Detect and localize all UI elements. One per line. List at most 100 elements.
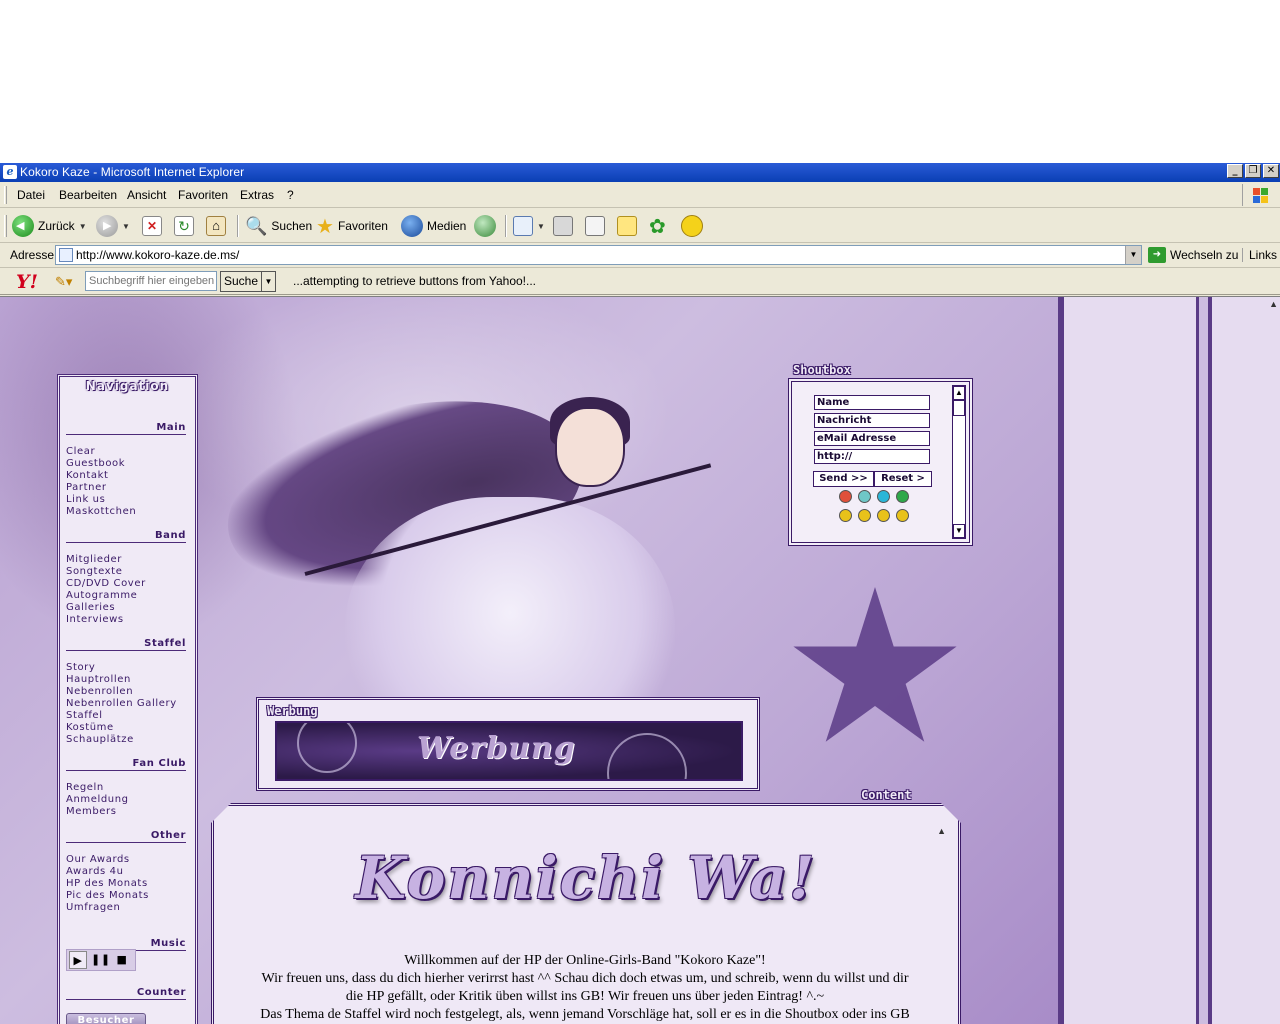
scroll-down-icon[interactable]: ▼ <box>953 524 965 538</box>
nav-link-hp-des-monats[interactable]: HP des Monats <box>66 878 148 889</box>
address-url: http://www.kokoro-kaze.de.ms/ <box>76 248 240 262</box>
werbung-banner[interactable]: Werbung <box>275 721 743 781</box>
print-icon <box>553 216 573 236</box>
shoutbox-scrollbar[interactable]: ▲ ▼ <box>952 385 966 539</box>
nav-link-link-us[interactable]: Link us <box>66 494 105 505</box>
nav-link-kontakt[interactable]: Kontakt <box>66 470 108 481</box>
toolbar-grip[interactable] <box>4 215 7 237</box>
nav-link-mitglieder[interactable]: Mitglieder <box>66 554 122 565</box>
menu-extras[interactable]: Extras <box>240 188 274 202</box>
shoutbox-url-field[interactable]: http:// <box>814 449 930 464</box>
media-label: Medien <box>427 219 467 233</box>
nav-link-story[interactable]: Story <box>66 662 95 673</box>
nav-link-guestbook[interactable]: Guestbook <box>66 458 125 469</box>
nav-link-songtexte[interactable]: Songtexte <box>66 566 122 577</box>
stop-button[interactable]: ✕ <box>142 214 162 238</box>
pause-icon[interactable]: ❚❚ <box>91 951 110 969</box>
chevron-down-icon[interactable]: ▼ <box>1125 246 1141 264</box>
history-button[interactable] <box>474 214 496 238</box>
nav-link-partner[interactable]: Partner <box>66 482 107 493</box>
mail-button[interactable]: ▼ <box>513 214 545 238</box>
nav-link-pic-des-monats[interactable]: Pic des Monats <box>66 890 149 901</box>
shoutbox-email-field[interactable]: eMail Adresse <box>814 431 930 446</box>
home-button[interactable]: ⌂ <box>206 214 226 238</box>
yahoo-logo-icon[interactable]: Y! <box>16 271 38 293</box>
standard-toolbar: Zurück ▼ ▼ ✕ ↻ ⌂ 🔍 Suchen ★ Favoriten Me… <box>0 209 1280 243</box>
nav-link-cd-dvd-cover[interactable]: CD/DVD Cover <box>66 578 146 589</box>
scroll-up-icon[interactable]: ▲ <box>937 826 946 836</box>
star-icon: ★ <box>316 215 334 238</box>
address-input[interactable]: http://www.kokoro-kaze.de.ms/ ▼ <box>55 245 1142 265</box>
page-icon <box>59 248 73 262</box>
pencil-icon[interactable]: ✎▾ <box>55 274 72 290</box>
nav-link-interviews[interactable]: Interviews <box>66 614 124 625</box>
nav-link-schauplätze[interactable]: Schauplätze <box>66 734 134 745</box>
scroll-up-icon[interactable]: ▲ <box>953 386 965 400</box>
stop-icon[interactable]: ■ <box>113 951 131 969</box>
restore-button[interactable]: ❐ <box>1245 164 1261 178</box>
nav-link-awards-4u[interactable]: Awards 4u <box>66 866 124 877</box>
smiley-icon[interactable] <box>858 490 871 503</box>
edit-button[interactable] <box>585 214 605 238</box>
nav-link-anmeldung[interactable]: Anmeldung <box>66 794 129 805</box>
content-box: ▲ Konnichi Wa! Willkommen auf der HP der… <box>211 803 961 1024</box>
nav-link-our-awards[interactable]: Our Awards <box>66 854 130 865</box>
back-button[interactable]: Zurück ▼ <box>12 214 87 238</box>
nav-link-hauptrollen[interactable]: Hauptrollen <box>66 674 131 685</box>
icq-button[interactable]: ✿ <box>649 214 666 238</box>
reset-button[interactable]: Reset > <box>874 471 932 487</box>
menu-bar: Datei Bearbeiten Ansicht Favoriten Extra… <box>0 182 1280 208</box>
smiley-icon[interactable] <box>896 509 909 522</box>
chevron-down-icon[interactable]: ▼ <box>261 272 275 291</box>
nav-link-autogramme[interactable]: Autogramme <box>66 590 137 601</box>
shoutbox-message-field[interactable]: Nachricht <box>814 413 930 428</box>
yahoo-messenger-button[interactable] <box>681 214 703 238</box>
visitor-counter: Besucher Nr. <box>66 1013 146 1024</box>
search-button[interactable]: 🔍 Suchen <box>245 214 312 238</box>
send-button[interactable]: Send >> <box>813 471 874 487</box>
minimize-button[interactable]: _ <box>1227 164 1243 178</box>
close-button[interactable]: ✕ <box>1263 164 1279 178</box>
search-label: Suchen <box>271 219 313 233</box>
smiley-icon[interactable] <box>896 490 909 503</box>
favorites-button[interactable]: ★ Favoriten <box>316 214 388 238</box>
menu-datei[interactable]: Datei <box>17 188 45 202</box>
nav-link-clear[interactable]: Clear <box>66 446 95 457</box>
menu-help[interactable]: ? <box>287 188 294 202</box>
smiley-icon[interactable] <box>877 490 890 503</box>
menu-ansicht[interactable]: Ansicht <box>127 188 166 202</box>
nav-link-nebenrollen-gallery[interactable]: Nebenrollen Gallery <box>66 698 177 709</box>
toolbar-grip[interactable] <box>4 186 7 204</box>
links-button[interactable]: Links <box>1242 248 1277 262</box>
discuss-button[interactable] <box>617 214 637 238</box>
refresh-button[interactable]: ↻ <box>174 214 194 238</box>
yahoo-search-input[interactable] <box>85 271 217 291</box>
nav-link-galleries[interactable]: Galleries <box>66 602 115 613</box>
print-button[interactable] <box>553 214 573 238</box>
nav-link-maskottchen[interactable]: Maskottchen <box>66 506 136 517</box>
nav-link-umfragen[interactable]: Umfragen <box>66 902 120 913</box>
chevron-down-icon[interactable]: ▼ <box>122 222 130 231</box>
forward-button[interactable]: ▼ <box>96 214 130 238</box>
smiley-icon[interactable] <box>877 509 890 522</box>
nav-link-staffel[interactable]: Staffel <box>66 710 103 721</box>
menu-bearbeiten[interactable]: Bearbeiten <box>59 188 117 202</box>
nav-link-kostüme[interactable]: Kostüme <box>66 722 114 733</box>
smiley-icon[interactable] <box>839 509 852 522</box>
yahoo-search-button[interactable]: Suche ▼ <box>220 271 276 292</box>
smiley-icon[interactable] <box>858 509 871 522</box>
shoutbox-name-field[interactable]: Name <box>814 395 930 410</box>
smiley-icon[interactable] <box>839 490 852 503</box>
nav-link-nebenrollen[interactable]: Nebenrollen <box>66 686 133 697</box>
chevron-down-icon[interactable]: ▼ <box>537 222 545 231</box>
media-button[interactable]: Medien <box>401 214 466 238</box>
scroll-thumb[interactable] <box>953 400 965 416</box>
play-icon[interactable]: ▶ <box>69 951 87 969</box>
nav-link-members[interactable]: Members <box>66 806 117 817</box>
menu-favoriten[interactable]: Favoriten <box>178 188 228 202</box>
nav-link-regeln[interactable]: Regeln <box>66 782 104 793</box>
go-button[interactable]: ➜ Wechseln zu <box>1148 247 1238 263</box>
werbung-banner-text: Werbung <box>417 731 576 766</box>
chevron-down-icon[interactable]: ▼ <box>79 222 87 231</box>
scroll-up-icon[interactable]: ▲ <box>1269 299 1278 309</box>
